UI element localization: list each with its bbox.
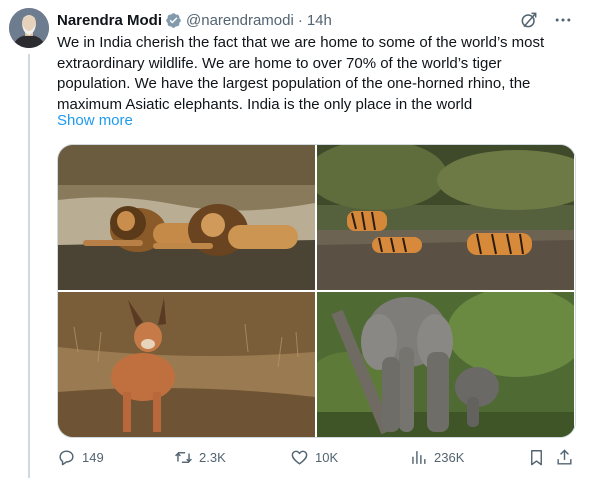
elephants-photo[interactable] [317,292,574,437]
repost-count: 2.3K [199,450,226,465]
thread-line [28,54,30,478]
more-icon[interactable] [553,10,573,30]
tweet-text: We in India cherish the fact that we are… [57,33,572,115]
repost-icon [174,448,193,467]
like-count: 10K [315,450,339,465]
like-button[interactable]: 10K [290,448,338,467]
share-button[interactable] [555,448,574,467]
repost-button[interactable]: 2.3K [174,448,226,467]
views-icon [409,448,428,467]
show-more-link[interactable]: Show more [57,112,133,129]
author-name[interactable]: Narendra Modi [57,12,162,29]
bookmark-icon [527,448,546,467]
reply-count: 149 [82,450,104,465]
lions-photo[interactable] [58,145,315,290]
top-actions [519,10,573,30]
share-icon [555,448,574,467]
caracal-photo[interactable] [58,292,315,437]
tigers-photo[interactable] [317,145,574,290]
views-count: 236K [434,450,465,465]
verified-icon [165,12,182,29]
tweet-header: Narendra Modi @narendramodi · 14h [57,10,332,30]
author-handle[interactable]: @narendramodi [186,12,294,29]
timestamp[interactable]: 14h [307,12,332,29]
tweet-body: We in India cherish the fact that we are… [57,34,545,113]
reply-button[interactable]: 149 [57,448,104,467]
action-bar: 149 2.3K 10K 236K [57,448,577,470]
grok-icon[interactable] [519,10,539,30]
separator: · [297,11,303,29]
reply-icon [57,448,76,467]
bookmark-button[interactable] [527,448,546,467]
like-icon [290,448,309,467]
media-grid[interactable] [57,144,576,438]
views-button[interactable]: 236K [409,448,464,467]
avatar[interactable] [9,8,49,48]
tweet[interactable]: Narendra Modi @narendramodi · 14h We in … [0,0,591,478]
